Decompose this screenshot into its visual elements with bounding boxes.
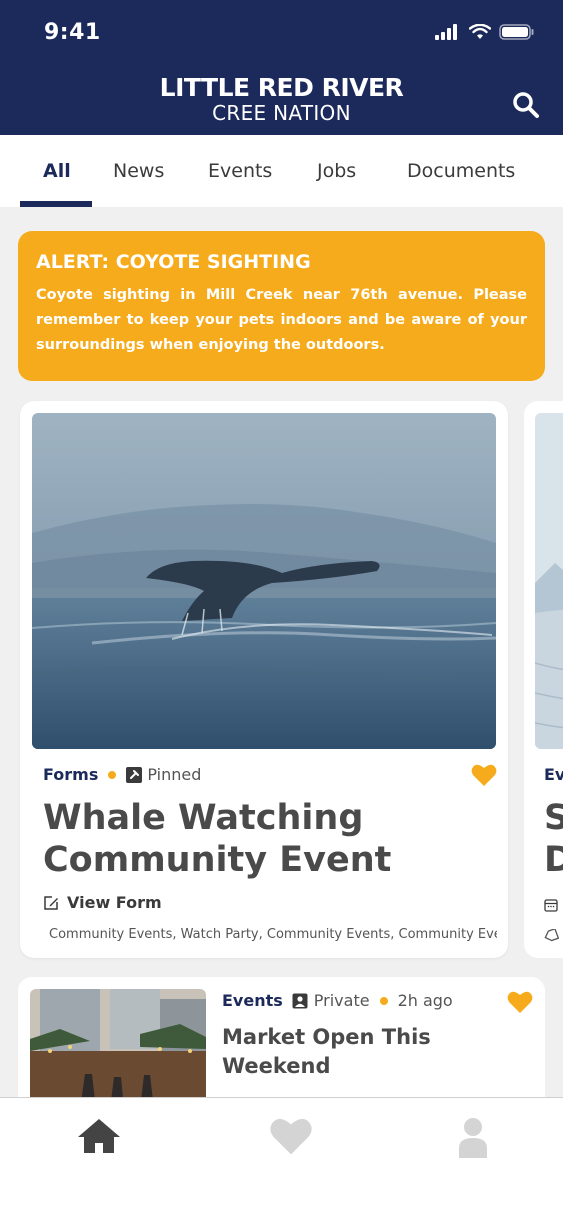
edit-form-icon	[44, 895, 58, 910]
tab-documents[interactable]: Documents	[407, 160, 515, 182]
category-label: Forms	[43, 765, 99, 784]
privacy-label: Private	[313, 991, 370, 1010]
featured-card[interactable]: Forms Pinned Whale Watching Community Ev…	[20, 401, 508, 958]
nav-home[interactable]	[76, 1116, 122, 1160]
logo-line1: LITTLE RED RIVER	[159, 73, 404, 102]
view-form-link[interactable]: View Form	[43, 893, 162, 912]
logo-line2: CREE NATION	[212, 101, 351, 125]
card-title: Whale Watching Community Event	[43, 798, 392, 880]
favorite-button[interactable]	[507, 990, 533, 1018]
next-card-peek[interactable]: Ev S D	[524, 401, 563, 958]
home-icon	[78, 1119, 120, 1153]
nav-favorites[interactable]	[269, 1116, 313, 1160]
app-header: 9:41 LITTLE RED RIVER CREE NATION	[0, 0, 563, 135]
list-card-category: Events	[222, 991, 283, 1010]
alert-body: Coyote sighting in Mill Creek near 76th …	[36, 287, 527, 353]
status-time: 9:41	[44, 20, 101, 45]
featured-meta: Forms Pinned	[43, 765, 201, 784]
heart-icon	[471, 764, 497, 786]
profile-icon	[459, 1118, 487, 1158]
whale-tail-image	[32, 413, 496, 749]
tab-events[interactable]: Events	[208, 160, 272, 182]
time-ago: 2h ago	[397, 991, 453, 1010]
list-card-title: Market Open This Weekend	[222, 1025, 431, 1078]
market-image	[30, 989, 206, 1097]
favorite-button[interactable]	[471, 763, 497, 791]
next-card-category: Ev	[544, 765, 563, 784]
view-form-label: View Form	[67, 893, 162, 912]
tag-icon	[544, 929, 559, 942]
tags-text: Community Events, Watch Party, Community…	[49, 927, 497, 942]
tab-all[interactable]: All	[43, 160, 71, 182]
alert-title: ALERT: COYOTE SIGHTING	[36, 251, 311, 273]
tab-jobs[interactable]: Jobs	[317, 160, 356, 182]
next-card-title-line2: D	[544, 840, 563, 880]
search-icon	[513, 92, 539, 118]
next-card-title-line1: S	[544, 798, 563, 838]
calendar-icon	[544, 899, 558, 912]
battery-icon	[499, 24, 534, 40]
tab-news[interactable]: News	[113, 160, 164, 182]
heart-icon	[270, 1118, 312, 1155]
mountain-image	[535, 413, 563, 749]
feed[interactable]: ALERT: COYOTE SIGHTING Coyote sighting i…	[0, 207, 563, 1097]
private-icon	[292, 993, 308, 1008]
status-icons	[435, 24, 535, 40]
alert-banner[interactable]: ALERT: COYOTE SIGHTING Coyote sighting i…	[18, 231, 545, 381]
heart-icon	[507, 991, 533, 1013]
app-logo: LITTLE RED RIVER CREE NATION	[0, 73, 563, 125]
bottom-navigation	[0, 1097, 563, 1218]
event-list-card[interactable]: Events Private 2h ago Market Open This W…	[18, 977, 545, 1097]
next-card-title: S D	[544, 797, 563, 881]
tag-list: Community Events, Watch Party, Community…	[43, 927, 497, 942]
meta-separator-dot	[379, 996, 388, 1005]
meta-separator-dot	[108, 770, 117, 779]
pinned-label: Pinned	[147, 765, 202, 784]
signal-icon	[435, 24, 457, 40]
list-card-meta: Events Private 2h ago	[222, 991, 453, 1010]
search-button[interactable]	[511, 90, 541, 120]
nav-profile[interactable]	[455, 1116, 491, 1162]
pin-icon	[126, 766, 143, 783]
wifi-icon	[469, 24, 491, 39]
category-tabs: All News Events Jobs Documents	[0, 135, 563, 207]
